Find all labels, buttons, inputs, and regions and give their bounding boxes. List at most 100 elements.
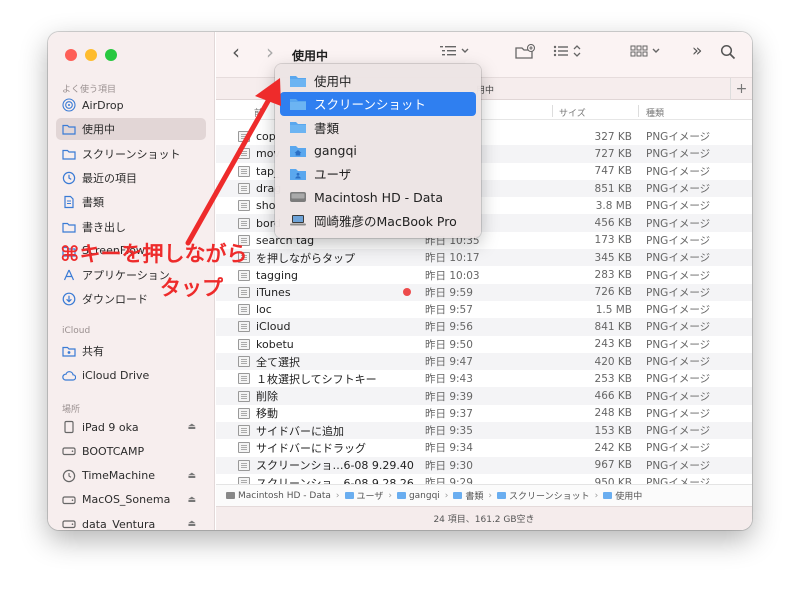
file-size: 253 KB (594, 372, 632, 385)
drive-icon (289, 190, 307, 204)
new-tab-button[interactable]: + (730, 78, 752, 100)
dropdown-item-label: 使用中 (314, 74, 352, 90)
file-kind: PNGイメージ (646, 338, 711, 351)
clock-icon (62, 171, 76, 185)
file-date: 昨日 10:17 (425, 252, 480, 265)
sidebar-item[interactable]: TimeMachine ⏏ (56, 465, 206, 487)
sidebar-item[interactable]: 最近の項目 (56, 167, 206, 189)
file-row[interactable]: 移動 昨日 9:37 248 KB PNGイメージ (216, 405, 752, 422)
eject-icon[interactable]: ⏏ (187, 495, 196, 505)
file-row[interactable]: 全て選択 昨日 9:47 420 KB PNGイメージ (216, 352, 752, 371)
sidebar-item[interactable]: BOOTCAMP (56, 440, 206, 462)
file-date: 昨日 9:50 (425, 338, 473, 351)
file-kind: PNGイメージ (646, 286, 711, 299)
file-kind: PNGイメージ (646, 373, 711, 386)
more-button[interactable]: » (692, 41, 702, 61)
sidebar-item[interactable]: 書き出し (56, 216, 206, 238)
forward-button[interactable]: › (266, 40, 274, 64)
chevron-right-icon: › (488, 490, 493, 501)
dropdown-item[interactable]: 岡崎雅彦のMacBook Pro (280, 209, 476, 232)
grid-view-button[interactable] (630, 44, 664, 58)
group-button[interactable] (438, 44, 472, 58)
search-button[interactable] (720, 44, 736, 60)
dropdown-item[interactable]: スクリーンショット (280, 92, 476, 116)
file-date: 昨日 9:34 (425, 442, 473, 455)
file-name: cop (256, 130, 276, 144)
dropdown-item[interactable]: Macintosh HD - Data (280, 185, 476, 208)
file-row[interactable]: を押しながらタップ 昨日 10:17 345 KB PNGイメージ (216, 249, 752, 267)
column-separator[interactable] (552, 105, 553, 117)
sidebar-item[interactable]: スクリーンショット (56, 143, 206, 165)
eject-icon[interactable]: ⏏ (187, 519, 196, 529)
file-size: 327 KB (594, 130, 632, 143)
column-separator[interactable] (638, 105, 639, 117)
file-row[interactable]: 削除 昨日 9:39 466 KB PNGイメージ (216, 387, 752, 405)
sidebar-item-label: スクリーンショット (82, 147, 181, 161)
sidebar-item[interactable]: 使用中 (56, 118, 206, 141)
folder-icon (62, 122, 76, 136)
folder-icon (453, 492, 463, 499)
column-name-header[interactable]: 前 (254, 106, 263, 119)
file-row[interactable]: tagging 昨日 10:03 283 KB PNGイメージ (216, 266, 752, 283)
file-size: 242 KB (594, 441, 632, 454)
eject-icon[interactable]: ⏏ (187, 422, 196, 432)
path-crumb[interactable]: gangqi (396, 491, 440, 501)
new-folder-button[interactable] (514, 44, 536, 60)
column-kind-header[interactable]: 種類 (646, 106, 664, 119)
path-crumb[interactable]: 使用中 (603, 489, 642, 502)
eject-icon[interactable]: ⏏ (187, 471, 196, 481)
column-size-header[interactable]: サイズ (559, 106, 586, 119)
path-crumb[interactable]: スクリーンショット (497, 489, 590, 502)
file-row[interactable]: iCloud 昨日 9:56 841 KB PNGイメージ (216, 318, 752, 336)
dropdown-item[interactable]: 書類 (280, 116, 476, 139)
file-kind: PNGイメージ (646, 442, 711, 455)
file-date: 昨日 9:59 (425, 286, 473, 299)
sidebar-item[interactable]: data_Ventura ⏏ (56, 513, 206, 530)
file-kind: PNGイメージ (646, 217, 711, 230)
window-title[interactable]: 使用中 (292, 47, 328, 64)
red-tag-icon (403, 288, 411, 297)
png-file-icon (238, 286, 250, 298)
file-size: 726 KB (594, 286, 632, 299)
file-row[interactable]: loc 昨日 9:57 1.5 MB PNGイメージ (216, 301, 752, 318)
sidebar-item[interactable]: MacOS_Sonema ⏏ (56, 489, 206, 511)
icloud-section-title: iCloud (62, 326, 91, 336)
dropdown-item[interactable]: gangqi (280, 139, 476, 162)
path-crumb[interactable]: 書類 (453, 489, 483, 502)
file-row[interactable]: スクリーンショ…6-08 9.29.40 昨日 9:30 967 KB PNGイメージ (216, 456, 752, 474)
file-row[interactable]: サイドバーにドラッグ 昨日 9:34 242 KB PNGイメージ (216, 439, 752, 456)
file-row[interactable]: サイドバーに追加 昨日 9:35 153 KB PNGイメージ (216, 422, 752, 440)
folder-icon (603, 492, 613, 499)
file-row[interactable]: kobetu 昨日 9:50 243 KB PNGイメージ (216, 336, 752, 353)
file-row[interactable]: １枚選択してシフトキー 昨日 9:43 253 KB PNGイメージ (216, 370, 752, 387)
view-options-button[interactable] (552, 44, 586, 58)
png-file-icon (238, 459, 250, 471)
sidebar-item[interactable]: 書類 (56, 191, 206, 213)
chevron-right-icon: › (444, 490, 449, 501)
new-folder-icon (515, 44, 536, 59)
sidebar-item[interactable]: iPad 9 oka ⏏ (56, 416, 206, 438)
back-button[interactable]: ‹ (232, 40, 240, 64)
path-crumb-label: 書類 (465, 492, 484, 502)
chevron-right-icon: › (594, 490, 599, 501)
sidebar-item-label: MacOS_Sonema (82, 493, 171, 507)
close-button[interactable] (65, 49, 77, 61)
sidebar-item[interactable]: 共有 (56, 340, 206, 362)
cloud-icon (62, 369, 76, 383)
path-crumb[interactable]: Macintosh HD - Data (226, 491, 331, 501)
zoom-button[interactable] (105, 49, 117, 61)
minimize-button[interactable] (85, 49, 97, 61)
file-date: 昨日 9:30 (425, 459, 473, 472)
dropdown-item[interactable]: 使用中 (280, 69, 476, 92)
file-kind: PNGイメージ (646, 252, 711, 265)
file-name: １枚選択してシフトキー (256, 372, 377, 386)
dropdown-item-label: 書類 (314, 120, 340, 136)
file-row[interactable]: iTunes 昨日 9:59 726 KB PNGイメージ (216, 283, 752, 301)
dropdown-item[interactable]: ユーザ (280, 162, 476, 185)
file-size: 153 KB (594, 424, 632, 437)
sidebar-item[interactable]: iCloud Drive (56, 365, 206, 387)
path-crumb[interactable]: ユーザ (344, 489, 383, 502)
sidebar-item[interactable]: AirDrop (56, 94, 206, 116)
dropdown-item-label: ユーザ (314, 167, 352, 183)
file-date: 昨日 9:56 (425, 321, 473, 334)
